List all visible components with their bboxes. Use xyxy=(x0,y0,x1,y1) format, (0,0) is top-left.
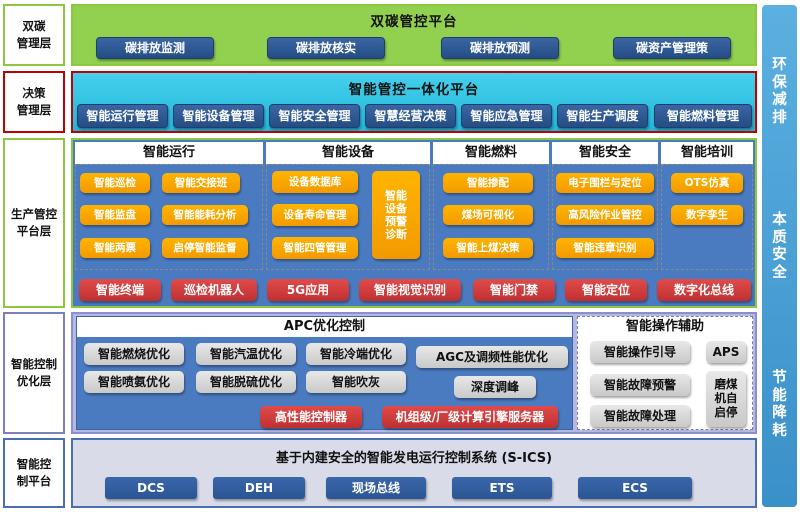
platform-btn-fieldbus[interactable]: 现场总线 xyxy=(326,477,426,499)
goals-sidebar: 环 保 减 排 本 质 安 全 节 能 降 耗 xyxy=(762,5,797,507)
layer-label-platform: 智能控 制平台 xyxy=(3,438,65,508)
fuel-item-3[interactable]: 智能上煤决策 xyxy=(443,238,533,258)
prod-bottom-2[interactable]: 巡检机器人 xyxy=(171,279,257,301)
decision-btn-1[interactable]: 智能运行管理 xyxy=(77,104,168,128)
train-item-1[interactable]: OTS仿真 xyxy=(671,173,743,193)
safety-item-1[interactable]: 电子围栏与定位 xyxy=(556,173,654,193)
ops-item-5[interactable]: 智能两票 xyxy=(80,238,150,258)
ops-item-6[interactable]: 启停智能监督 xyxy=(162,238,248,258)
col-train-title: 智能培训 xyxy=(661,142,753,164)
apc-item-6[interactable]: 智能脱硫优化 xyxy=(196,371,296,393)
apc-red-1[interactable]: 高性能控制器 xyxy=(260,406,362,428)
platform-btn-deh[interactable]: DEH xyxy=(213,477,305,499)
layer-label-decision: 决策 管理层 xyxy=(3,71,65,133)
apc-item-1[interactable]: 智能燃烧优化 xyxy=(84,343,184,365)
platform-btn-dcs[interactable]: DCS xyxy=(105,477,197,499)
prod-bottom-3[interactable]: 5G应用 xyxy=(267,279,349,301)
col-equip-title: 智能设备 xyxy=(266,142,430,164)
apc-item-8[interactable]: 深度调峰 xyxy=(454,376,536,398)
safety-item-2[interactable]: 高风险作业管控 xyxy=(556,205,654,225)
assist-item-3[interactable]: 智能故障预警 xyxy=(590,374,690,396)
decision-btn-2[interactable]: 智能设备管理 xyxy=(173,104,264,128)
decision-title: 智能管控一体化平台 xyxy=(348,82,480,98)
decision-btn-3[interactable]: 智能安全管理 xyxy=(269,104,360,128)
equip-item-side[interactable]: 智能 设备 预警 诊断 xyxy=(372,171,420,259)
platform-btn-ecs[interactable]: ECS xyxy=(578,477,692,499)
col-ops-title: 智能运行 xyxy=(75,142,263,164)
apc-item-4[interactable]: AGC及调频性能优化 xyxy=(416,346,568,368)
fuel-item-1[interactable]: 智能掺配 xyxy=(443,173,533,193)
ops-item-3[interactable]: 智能监盘 xyxy=(80,205,150,225)
equip-item-3[interactable]: 智能四管管理 xyxy=(272,237,358,259)
prod-bottom-6[interactable]: 智能定位 xyxy=(565,279,647,301)
goal-safety: 本 质 安 全 xyxy=(772,212,787,282)
ops-item-2[interactable]: 智能交接班 xyxy=(162,173,240,193)
carbon-btn-1[interactable]: 碳排放监测 xyxy=(96,37,214,59)
apc-title: APC优化控制 xyxy=(77,317,572,337)
layer-label-production: 生产管控 平台层 xyxy=(3,138,65,308)
platform-title: 基于内建安全的智能发电运行控制系统 (S-ICS) xyxy=(275,451,553,466)
assist-item-2[interactable]: APS xyxy=(706,341,746,363)
equip-item-1[interactable]: 设备数据库 xyxy=(272,171,358,193)
assist-item-1[interactable]: 智能操作引导 xyxy=(590,341,690,363)
apc-red-2[interactable]: 机组级/厂级计算引擎服务器 xyxy=(382,406,558,428)
layer-label-control-opt: 智能控制 优化层 xyxy=(3,312,65,434)
fuel-item-2[interactable]: 煤场可视化 xyxy=(443,205,533,225)
col-safety-title: 智能安全 xyxy=(552,142,658,164)
carbon-btn-3[interactable]: 碳排放预测 xyxy=(441,37,559,59)
layer-label-carbon: 双碳 管理层 xyxy=(3,4,65,66)
apc-item-5[interactable]: 智能喷氨优化 xyxy=(84,371,184,393)
prod-bottom-4[interactable]: 智能视觉识别 xyxy=(359,279,461,301)
ops-item-1[interactable]: 智能巡检 xyxy=(80,173,150,193)
platform-btn-ets[interactable]: ETS xyxy=(452,477,552,499)
safety-item-3[interactable]: 智能违章识别 xyxy=(556,238,654,258)
train-item-2[interactable]: 数字孪生 xyxy=(671,205,743,225)
assist-item-5[interactable]: 智能故障处理 xyxy=(590,405,690,427)
apc-item-7[interactable]: 智能吹灰 xyxy=(306,371,406,393)
decision-btn-7[interactable]: 智能燃料管理 xyxy=(654,104,752,128)
assist-title: 智能操作辅助 xyxy=(578,317,752,337)
prod-bottom-5[interactable]: 智能门禁 xyxy=(473,279,555,301)
carbon-title: 双碳管控平台 xyxy=(370,14,458,30)
decision-btn-4[interactable]: 智慧经营决策 xyxy=(365,104,456,128)
apc-item-3[interactable]: 智能冷端优化 xyxy=(306,343,406,365)
carbon-btn-2[interactable]: 碳排放核实 xyxy=(267,37,385,59)
col-fuel-title: 智能燃料 xyxy=(433,142,549,164)
apc-item-2[interactable]: 智能汽温优化 xyxy=(196,343,296,365)
equip-item-2[interactable]: 设备寿命管理 xyxy=(272,204,358,226)
carbon-btn-4[interactable]: 碳资产管理策 xyxy=(613,37,731,59)
goal-energy: 节 能 降 耗 xyxy=(772,370,787,440)
goal-env: 环 保 减 排 xyxy=(772,57,787,127)
decision-btn-6[interactable]: 智能生产调度 xyxy=(557,104,648,128)
decision-btn-5[interactable]: 智能应急管理 xyxy=(461,104,552,128)
ops-item-4[interactable]: 智能能耗分析 xyxy=(162,205,248,225)
assist-item-4[interactable]: 磨煤 机自 启停 xyxy=(706,371,746,427)
prod-bottom-7[interactable]: 数字化总线 xyxy=(657,279,751,301)
prod-bottom-1[interactable]: 智能终端 xyxy=(79,279,161,301)
